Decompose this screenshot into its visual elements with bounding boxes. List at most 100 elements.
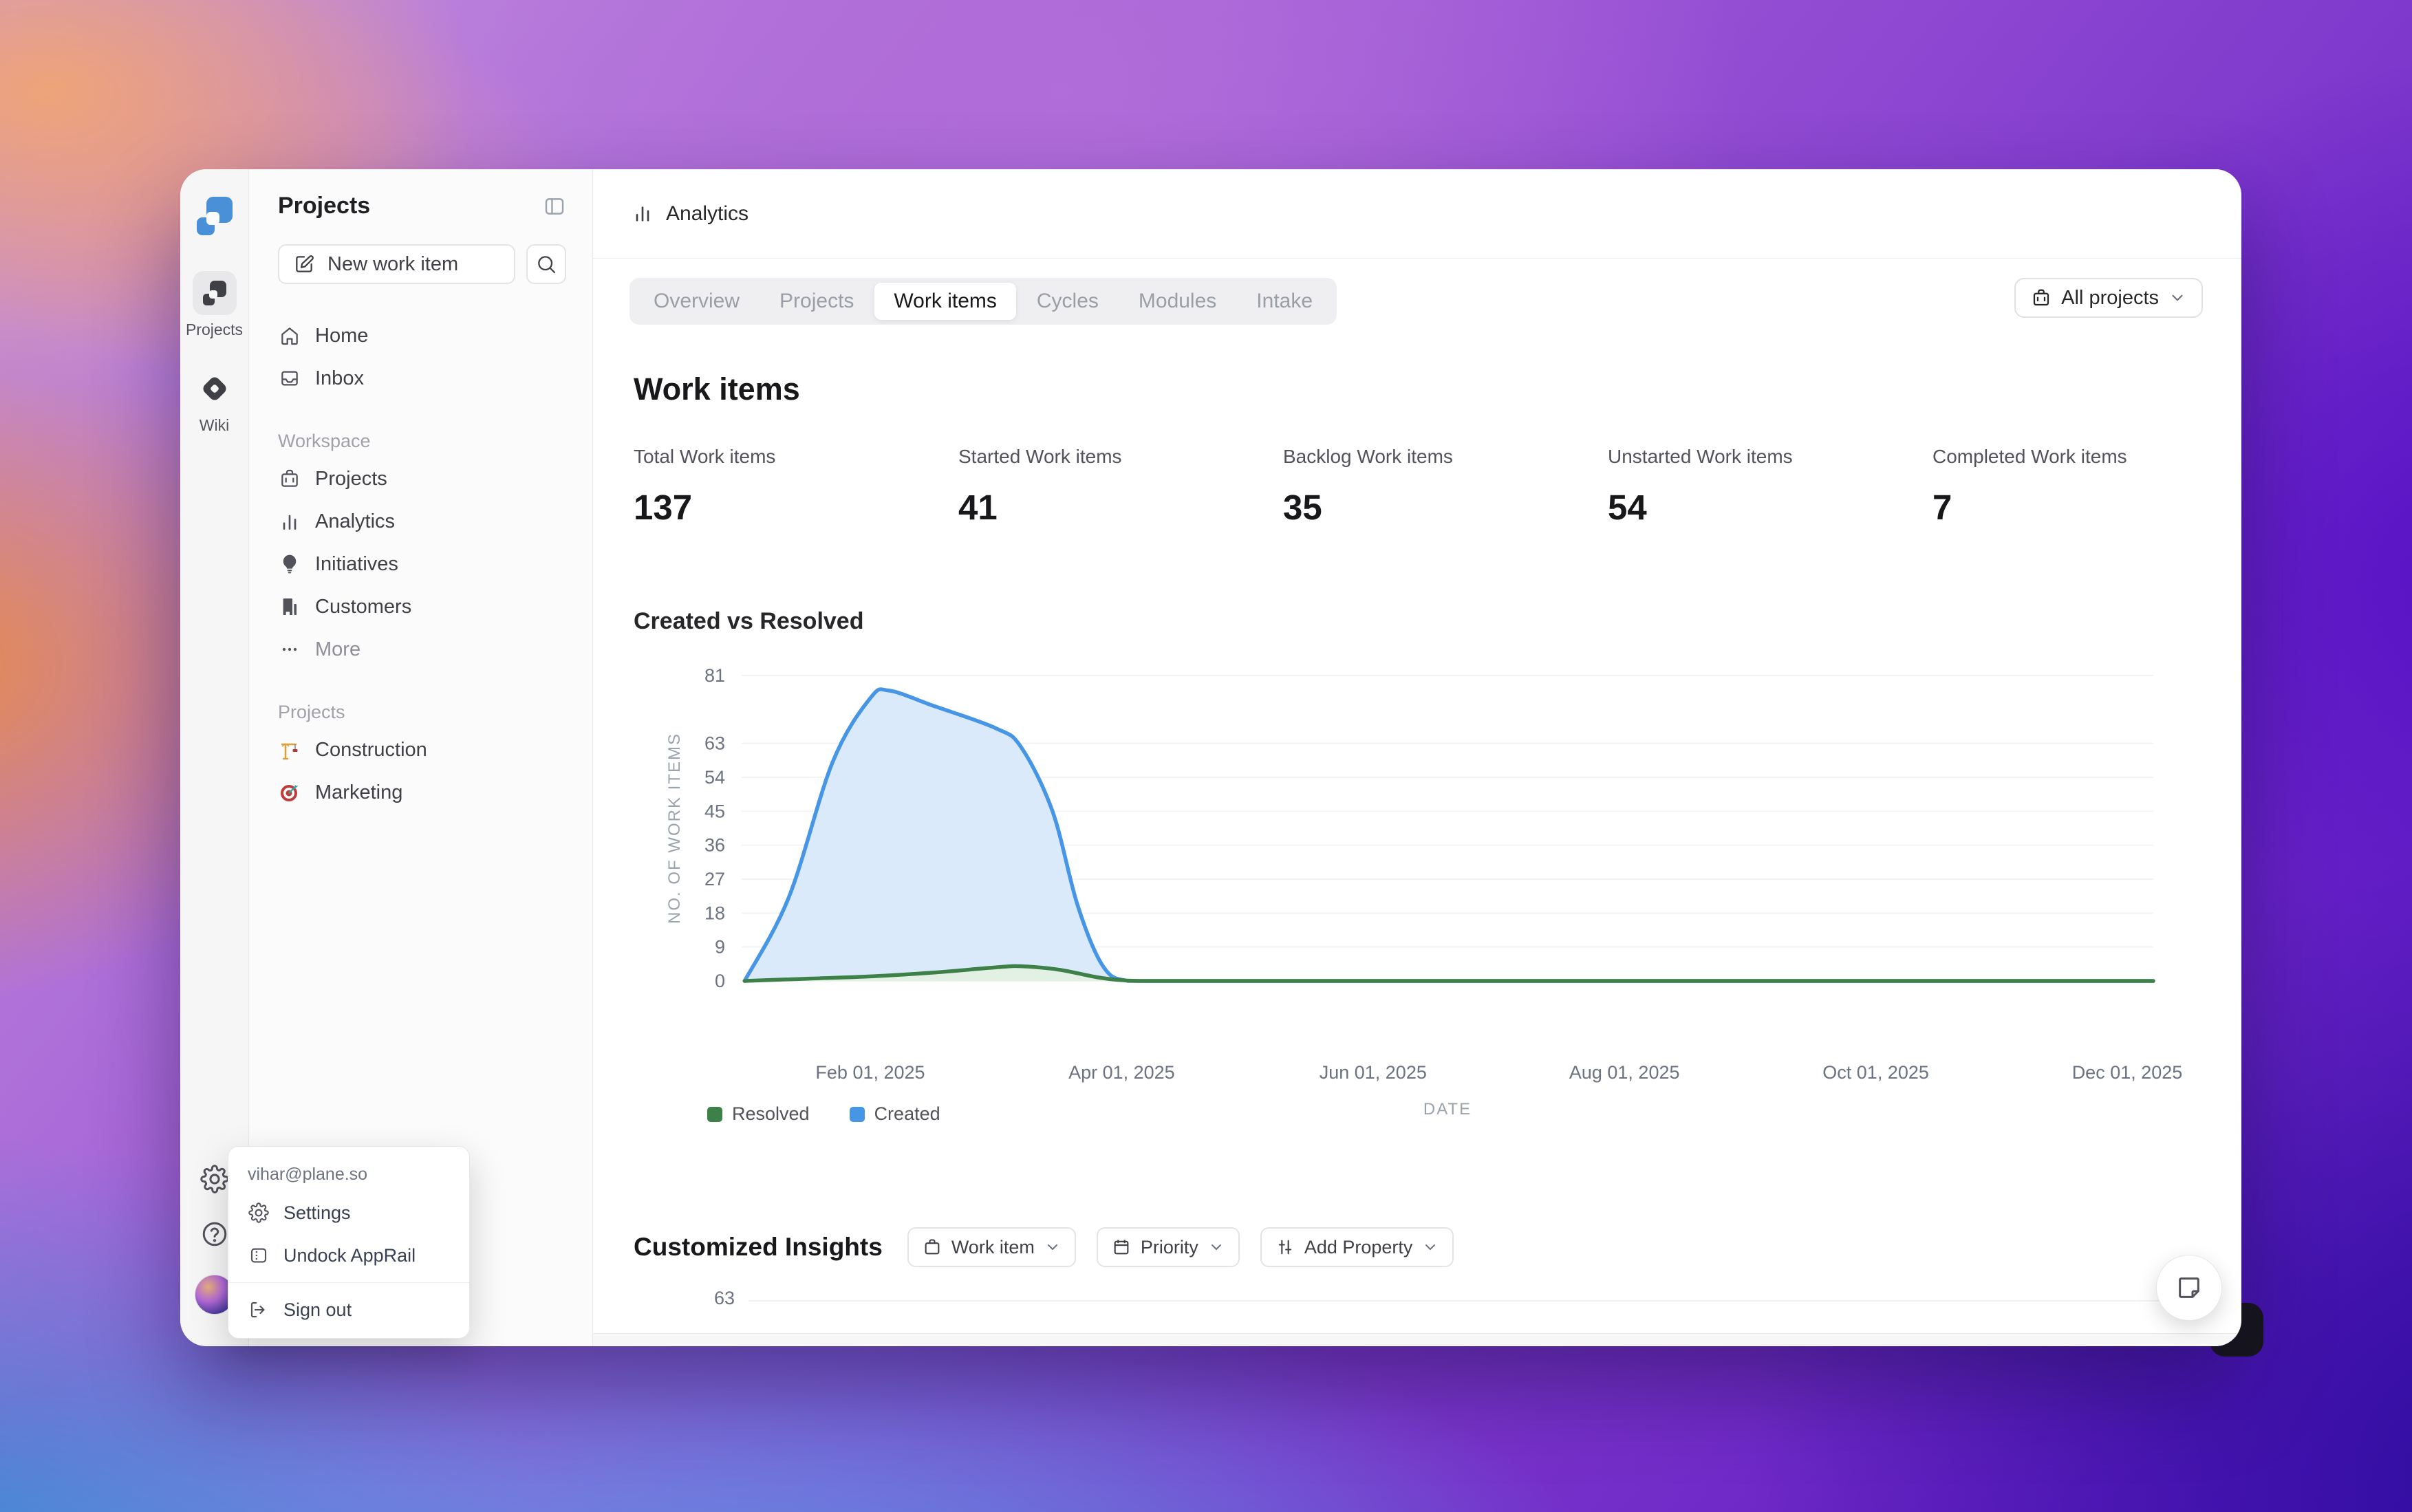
all-projects-dropdown[interactable]: All projects xyxy=(2014,278,2203,318)
main-area: Analytics Overview Projects Work items C… xyxy=(593,169,2241,1346)
sidebar-item-inbox[interactable]: Inbox xyxy=(278,357,566,400)
tab-work-items[interactable]: Work items xyxy=(874,283,1015,320)
main-header: Analytics xyxy=(593,169,2241,259)
rail-item-wiki[interactable]: Wiki xyxy=(193,367,237,435)
sidebar-item-analytics[interactable]: Analytics xyxy=(278,500,566,543)
sidebar-item-label: More xyxy=(315,638,360,661)
new-work-item-label: New work item xyxy=(327,253,458,276)
menu-item-undock-apprail[interactable]: Undock AppRail xyxy=(228,1234,469,1277)
tab-cycles[interactable]: Cycles xyxy=(1017,283,1118,320)
svg-text:Dec 01, 2025: Dec 01, 2025 xyxy=(2072,1062,2183,1083)
filter-label: Priority xyxy=(1141,1237,1198,1258)
chevron-down-icon xyxy=(2168,289,2186,307)
briefcase-icon xyxy=(923,1238,942,1257)
collapse-sidebar-icon[interactable] xyxy=(543,195,566,218)
priority-filter-dropdown[interactable]: Priority xyxy=(1097,1227,1240,1267)
insights-chart-ytick: 63 xyxy=(676,1288,735,1309)
work-item-filter-dropdown[interactable]: Work item xyxy=(907,1227,1076,1267)
stat-label: Unstarted Work items xyxy=(1608,446,1932,468)
projects-app-icon[interactable] xyxy=(193,271,237,315)
sidebar-section-workspace: Workspace xyxy=(278,424,566,457)
app-window: Projects Wiki Projects xyxy=(180,169,2241,1346)
menu-item-settings[interactable]: Settings xyxy=(228,1191,469,1234)
stat-unstarted: Unstarted Work items 54 xyxy=(1608,446,1932,528)
filter-label: Work item xyxy=(951,1237,1035,1258)
calendar-icon xyxy=(1112,1238,1131,1257)
ellipsis-icon xyxy=(278,638,301,660)
sidebar-section-projects: Projects xyxy=(278,695,566,728)
tab-intake[interactable]: Intake xyxy=(1237,283,1332,320)
svg-text:Jun 01, 2025: Jun 01, 2025 xyxy=(1320,1062,1427,1083)
sidebar-item-construction[interactable]: Construction xyxy=(278,728,566,771)
menu-item-sign-out[interactable]: Sign out xyxy=(228,1288,469,1331)
sliders-icon xyxy=(1275,1238,1295,1257)
building-icon xyxy=(278,596,301,618)
chart-title: Created vs Resolved xyxy=(634,608,864,635)
bottom-strip xyxy=(593,1334,2241,1346)
insights-heading: Customized Insights xyxy=(634,1233,883,1262)
sidebar-item-label: Construction xyxy=(315,739,427,762)
analytics-content: Overview Projects Work items Cycles Modu… xyxy=(593,259,2241,1346)
svg-text:Feb 01, 2025: Feb 01, 2025 xyxy=(815,1062,925,1083)
tab-projects[interactable]: Projects xyxy=(760,283,873,320)
menu-item-label: Sign out xyxy=(283,1299,352,1321)
svg-text:54: 54 xyxy=(704,767,725,788)
menu-item-label: Undock AppRail xyxy=(283,1245,416,1266)
gear-icon xyxy=(248,1202,270,1223)
filter-label: Add Property xyxy=(1304,1237,1413,1258)
svg-text:45: 45 xyxy=(704,801,725,821)
sign-out-icon xyxy=(248,1299,270,1320)
sidebar-item-label: Initiatives xyxy=(315,553,398,576)
legend-label: Created xyxy=(874,1103,940,1125)
stats-row: Total Work items 137 Started Work items … xyxy=(634,446,2241,528)
svg-text:81: 81 xyxy=(704,665,725,686)
sidebar-item-label: Projects xyxy=(315,468,387,490)
stat-value: 137 xyxy=(634,487,958,528)
stat-completed: Completed Work items 7 xyxy=(1932,446,2241,528)
add-property-dropdown[interactable]: Add Property xyxy=(1260,1227,1454,1267)
sidebar-item-initiatives[interactable]: Initiatives xyxy=(278,543,566,585)
resolved-swatch xyxy=(707,1107,722,1122)
crane-icon xyxy=(278,738,301,762)
svg-text:9: 9 xyxy=(715,937,725,958)
sidebar-item-label: Home xyxy=(315,325,368,347)
svg-text:27: 27 xyxy=(704,869,725,889)
lightbulb-icon xyxy=(278,553,301,575)
tab-modules[interactable]: Modules xyxy=(1119,283,1236,320)
wiki-diamond-icon xyxy=(201,375,228,402)
rail-item-projects[interactable]: Projects xyxy=(186,271,243,339)
sidebar-item-marketing[interactable]: Marketing xyxy=(278,771,566,814)
analytics-icon xyxy=(632,203,654,225)
sidebar-item-label: Customers xyxy=(315,596,411,618)
breadcrumb: Analytics xyxy=(666,202,749,226)
sidebar-item-projects[interactable]: Projects xyxy=(278,457,566,500)
legend-item-resolved: Resolved xyxy=(707,1103,810,1125)
wiki-app-icon[interactable] xyxy=(193,367,237,411)
bar-chart-icon xyxy=(278,510,301,532)
sidebar-item-label: Analytics xyxy=(315,510,395,533)
sidebar-item-home[interactable]: Home xyxy=(278,314,566,357)
legend-label: Resolved xyxy=(732,1103,810,1125)
stat-label: Backlog Work items xyxy=(1283,446,1608,468)
svg-text:0: 0 xyxy=(715,971,725,991)
settings-gear-icon[interactable] xyxy=(200,1165,229,1194)
help-icon[interactable] xyxy=(200,1220,229,1249)
home-icon xyxy=(278,325,301,347)
feedback-note-button[interactable] xyxy=(2156,1255,2222,1321)
svg-text:Apr 01, 2025: Apr 01, 2025 xyxy=(1068,1062,1175,1083)
created-vs-resolved-chart: 0918273645546381Feb 01, 2025Apr 01, 2025… xyxy=(654,654,2222,1135)
stat-value: 54 xyxy=(1608,487,1932,528)
stat-backlog: Backlog Work items 35 xyxy=(1283,446,1608,528)
sidebar-item-customers[interactable]: Customers xyxy=(278,585,566,628)
plane-logo[interactable] xyxy=(195,197,234,235)
undock-panel-icon xyxy=(248,1245,270,1266)
stat-value: 7 xyxy=(1932,487,2241,528)
sidebar-item-more[interactable]: More xyxy=(278,628,566,671)
tab-overview[interactable]: Overview xyxy=(634,283,759,320)
search-button[interactable] xyxy=(526,244,566,284)
menu-divider xyxy=(228,1282,469,1283)
menu-item-label: Settings xyxy=(283,1202,351,1224)
analytics-tabs: Overview Projects Work items Cycles Modu… xyxy=(629,278,1337,325)
new-work-item-button[interactable]: New work item xyxy=(278,244,515,284)
customized-insights-header: Customized Insights Work item Priority xyxy=(634,1227,1454,1267)
